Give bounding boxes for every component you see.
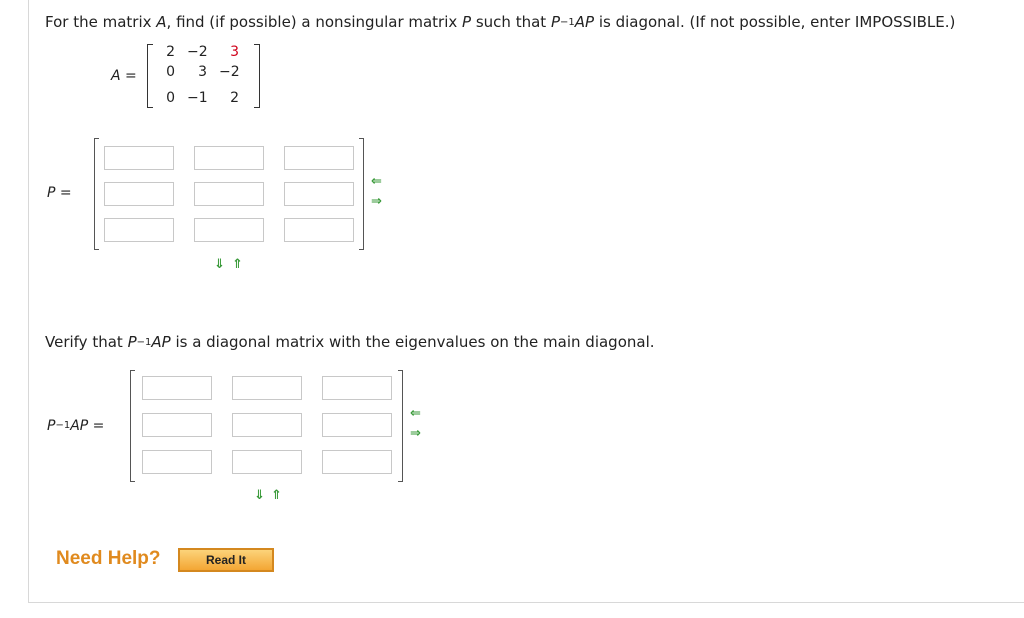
pap-matrix-right-bracket [398, 370, 403, 482]
verify-text: Verify that P−1AP is a diagonal matrix w… [45, 333, 655, 351]
pap-matrix-input[interactable] [232, 450, 302, 474]
p-matrix-input[interactable] [284, 182, 354, 206]
matrix-a-cell: 0 [166, 90, 175, 106]
p-matrix-input[interactable] [194, 182, 264, 206]
p-matrix-input[interactable] [194, 218, 264, 242]
p-matrix-left-bracket [94, 138, 99, 250]
pap-matrix-input[interactable] [142, 376, 212, 400]
question-text: For the matrix A, find (if possible) a n… [45, 13, 956, 31]
add-column-arrow-icon[interactable]: ⇒ [371, 195, 382, 208]
p-matrix-input[interactable] [284, 218, 354, 242]
pap-matrix-input[interactable] [322, 413, 392, 437]
add-row-arrow-icon[interactable]: ⇓ [254, 489, 265, 502]
remove-column-arrow-icon[interactable]: ⇐ [371, 175, 382, 188]
matrix-a-cell: −2 [219, 64, 240, 80]
matrix-a-cell: 2 [230, 90, 239, 106]
pap-matrix-left-bracket [130, 370, 135, 482]
pap-matrix-label: P−1AP = [47, 418, 105, 434]
matrix-a-cell: 2 [166, 44, 175, 60]
remove-row-arrow-icon[interactable]: ⇑ [271, 489, 282, 502]
matrix-a-label: A = [111, 68, 137, 84]
matrix-a-cell-highlighted: 3 [230, 44, 239, 60]
pap-matrix-input[interactable] [322, 376, 392, 400]
p-matrix-input[interactable] [194, 146, 264, 170]
matrix-a-right-bracket [254, 44, 260, 108]
pap-matrix-input[interactable] [142, 450, 212, 474]
need-help-label: Need Help? [56, 548, 161, 569]
p-matrix-input[interactable] [104, 218, 174, 242]
add-row-arrow-icon[interactable]: ⇓ [214, 258, 225, 271]
p-matrix-label: P = [47, 185, 72, 201]
p-matrix-input[interactable] [104, 182, 174, 206]
pap-matrix-input[interactable] [322, 450, 392, 474]
question-panel [28, 0, 1024, 603]
pap-matrix-input[interactable] [142, 413, 212, 437]
p-matrix-input[interactable] [284, 146, 354, 170]
matrix-a-left-bracket [147, 44, 153, 108]
matrix-a-cell: 3 [198, 64, 207, 80]
pap-matrix-input[interactable] [232, 376, 302, 400]
matrix-a-cell: −2 [187, 44, 208, 60]
read-it-button[interactable]: Read It [178, 548, 274, 572]
p-matrix-right-bracket [359, 138, 364, 250]
remove-column-arrow-icon[interactable]: ⇐ [410, 407, 421, 420]
matrix-a-cell: 0 [166, 64, 175, 80]
add-column-arrow-icon[interactable]: ⇒ [410, 427, 421, 440]
matrix-a-cell: −1 [187, 90, 208, 106]
remove-row-arrow-icon[interactable]: ⇑ [232, 258, 243, 271]
pap-matrix-input[interactable] [232, 413, 302, 437]
p-matrix-input[interactable] [104, 146, 174, 170]
